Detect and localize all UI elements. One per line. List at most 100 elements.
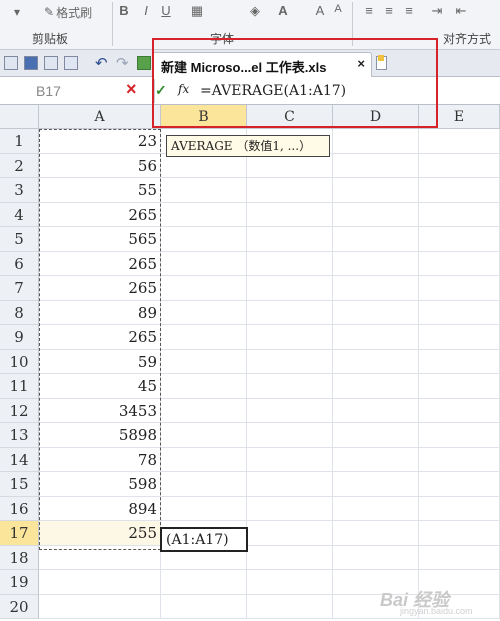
- cell-e[interactable]: [419, 129, 500, 154]
- cell-c[interactable]: [247, 153, 333, 178]
- cell-e[interactable]: [419, 447, 500, 472]
- row-header[interactable]: 3: [0, 178, 39, 203]
- cell-b[interactable]: [161, 423, 247, 448]
- cell-c[interactable]: [247, 251, 333, 276]
- cell-e[interactable]: [419, 349, 500, 374]
- row-header[interactable]: 14: [0, 447, 39, 472]
- cell-b[interactable]: [161, 276, 247, 301]
- fill-color-icon[interactable]: ◈: [248, 3, 262, 19]
- open-icon[interactable]: [4, 56, 18, 70]
- cell-e[interactable]: [419, 276, 500, 301]
- cell-b[interactable]: [161, 349, 247, 374]
- cell-a[interactable]: 5898: [39, 423, 161, 448]
- cell-c[interactable]: [247, 594, 333, 619]
- cell-d[interactable]: [333, 496, 419, 521]
- select-all-corner[interactable]: [0, 105, 39, 129]
- dropdown-arrow-icon[interactable]: ▾: [14, 2, 20, 22]
- cell-b[interactable]: [161, 227, 247, 252]
- cell-e[interactable]: [419, 300, 500, 325]
- active-cell-editor[interactable]: (A1:A17): [160, 527, 248, 552]
- cell-e[interactable]: [419, 423, 500, 448]
- cell-c[interactable]: [247, 398, 333, 423]
- cell-a[interactable]: 265: [39, 251, 161, 276]
- cell-d[interactable]: [333, 300, 419, 325]
- cell-d[interactable]: [333, 202, 419, 227]
- cell-c[interactable]: [247, 423, 333, 448]
- cell-e[interactable]: [419, 202, 500, 227]
- cell-b[interactable]: [161, 594, 247, 619]
- cell-a[interactable]: 78: [39, 447, 161, 472]
- cell-b[interactable]: [161, 496, 247, 521]
- cell-e[interactable]: [419, 545, 500, 570]
- cell-a[interactable]: 255: [39, 521, 161, 546]
- row-header[interactable]: 9: [0, 325, 39, 350]
- italic-icon[interactable]: I: [140, 3, 152, 19]
- cell-e[interactable]: [419, 374, 500, 399]
- border-icon[interactable]: ▦: [190, 3, 204, 19]
- cell-a[interactable]: 59: [39, 349, 161, 374]
- format-painter-button[interactable]: ✎ 格式刷: [44, 2, 92, 22]
- row-header[interactable]: 20: [0, 594, 39, 619]
- cell-c[interactable]: [247, 178, 333, 203]
- cell-b[interactable]: [161, 570, 247, 595]
- undo-icon[interactable]: ↶: [95, 54, 108, 72]
- print-preview-icon[interactable]: [64, 56, 78, 70]
- cell-d[interactable]: [333, 325, 419, 350]
- cell-b[interactable]: [161, 153, 247, 178]
- cell-e[interactable]: [419, 227, 500, 252]
- row-header[interactable]: 15: [0, 472, 39, 497]
- cell-d[interactable]: [333, 227, 419, 252]
- redo-icon[interactable]: ↷: [116, 54, 129, 72]
- cell-e[interactable]: [419, 251, 500, 276]
- cell-d[interactable]: [333, 447, 419, 472]
- cell-c[interactable]: [247, 472, 333, 497]
- print-icon[interactable]: [44, 56, 58, 70]
- cell-d[interactable]: [333, 423, 419, 448]
- cell-c[interactable]: [247, 202, 333, 227]
- cell-a[interactable]: 23: [39, 129, 161, 154]
- cell-b[interactable]: [161, 300, 247, 325]
- save-icon[interactable]: [24, 56, 38, 70]
- cell-c[interactable]: [247, 276, 333, 301]
- cell-d[interactable]: [333, 178, 419, 203]
- cell-e[interactable]: [419, 153, 500, 178]
- cell-b[interactable]: [161, 325, 247, 350]
- cell-e[interactable]: [419, 496, 500, 521]
- cell-c[interactable]: [247, 447, 333, 472]
- cell-a[interactable]: 265: [39, 325, 161, 350]
- cell-d[interactable]: [333, 129, 419, 154]
- bold-icon[interactable]: B: [118, 3, 130, 19]
- column-header-a[interactable]: A: [39, 105, 161, 129]
- cell-a[interactable]: 598: [39, 472, 161, 497]
- row-header[interactable]: 8: [0, 300, 39, 325]
- cell-a[interactable]: 565: [39, 227, 161, 252]
- cell-e[interactable]: [419, 521, 500, 546]
- cell-b[interactable]: [161, 447, 247, 472]
- indent-icon[interactable]: ⇥: [430, 3, 444, 19]
- shrink-font-icon[interactable]: A: [332, 3, 344, 19]
- align-center-icon[interactable]: ≡: [382, 3, 396, 19]
- cell-b[interactable]: [161, 374, 247, 399]
- cell-a[interactable]: [39, 594, 161, 619]
- cell-b[interactable]: [161, 472, 247, 497]
- cell-a[interactable]: 89: [39, 300, 161, 325]
- row-header[interactable]: 11: [0, 374, 39, 399]
- underline-icon[interactable]: U: [160, 3, 172, 19]
- row-header[interactable]: 7: [0, 276, 39, 301]
- cell-c[interactable]: [247, 300, 333, 325]
- cell-e[interactable]: [419, 178, 500, 203]
- cell-e[interactable]: [419, 325, 500, 350]
- cell-d[interactable]: [333, 472, 419, 497]
- cell-d[interactable]: [333, 349, 419, 374]
- row-header[interactable]: 17: [0, 521, 39, 546]
- cell-a[interactable]: 56: [39, 153, 161, 178]
- row-header[interactable]: 6: [0, 251, 39, 276]
- cell-c[interactable]: [247, 570, 333, 595]
- cell-d[interactable]: [333, 153, 419, 178]
- row-header[interactable]: 19: [0, 570, 39, 595]
- cell-a[interactable]: 894: [39, 496, 161, 521]
- row-header[interactable]: 5: [0, 227, 39, 252]
- row-header[interactable]: 12: [0, 398, 39, 423]
- cell-c[interactable]: [247, 545, 333, 570]
- outdent-icon[interactable]: ⇤: [454, 3, 468, 19]
